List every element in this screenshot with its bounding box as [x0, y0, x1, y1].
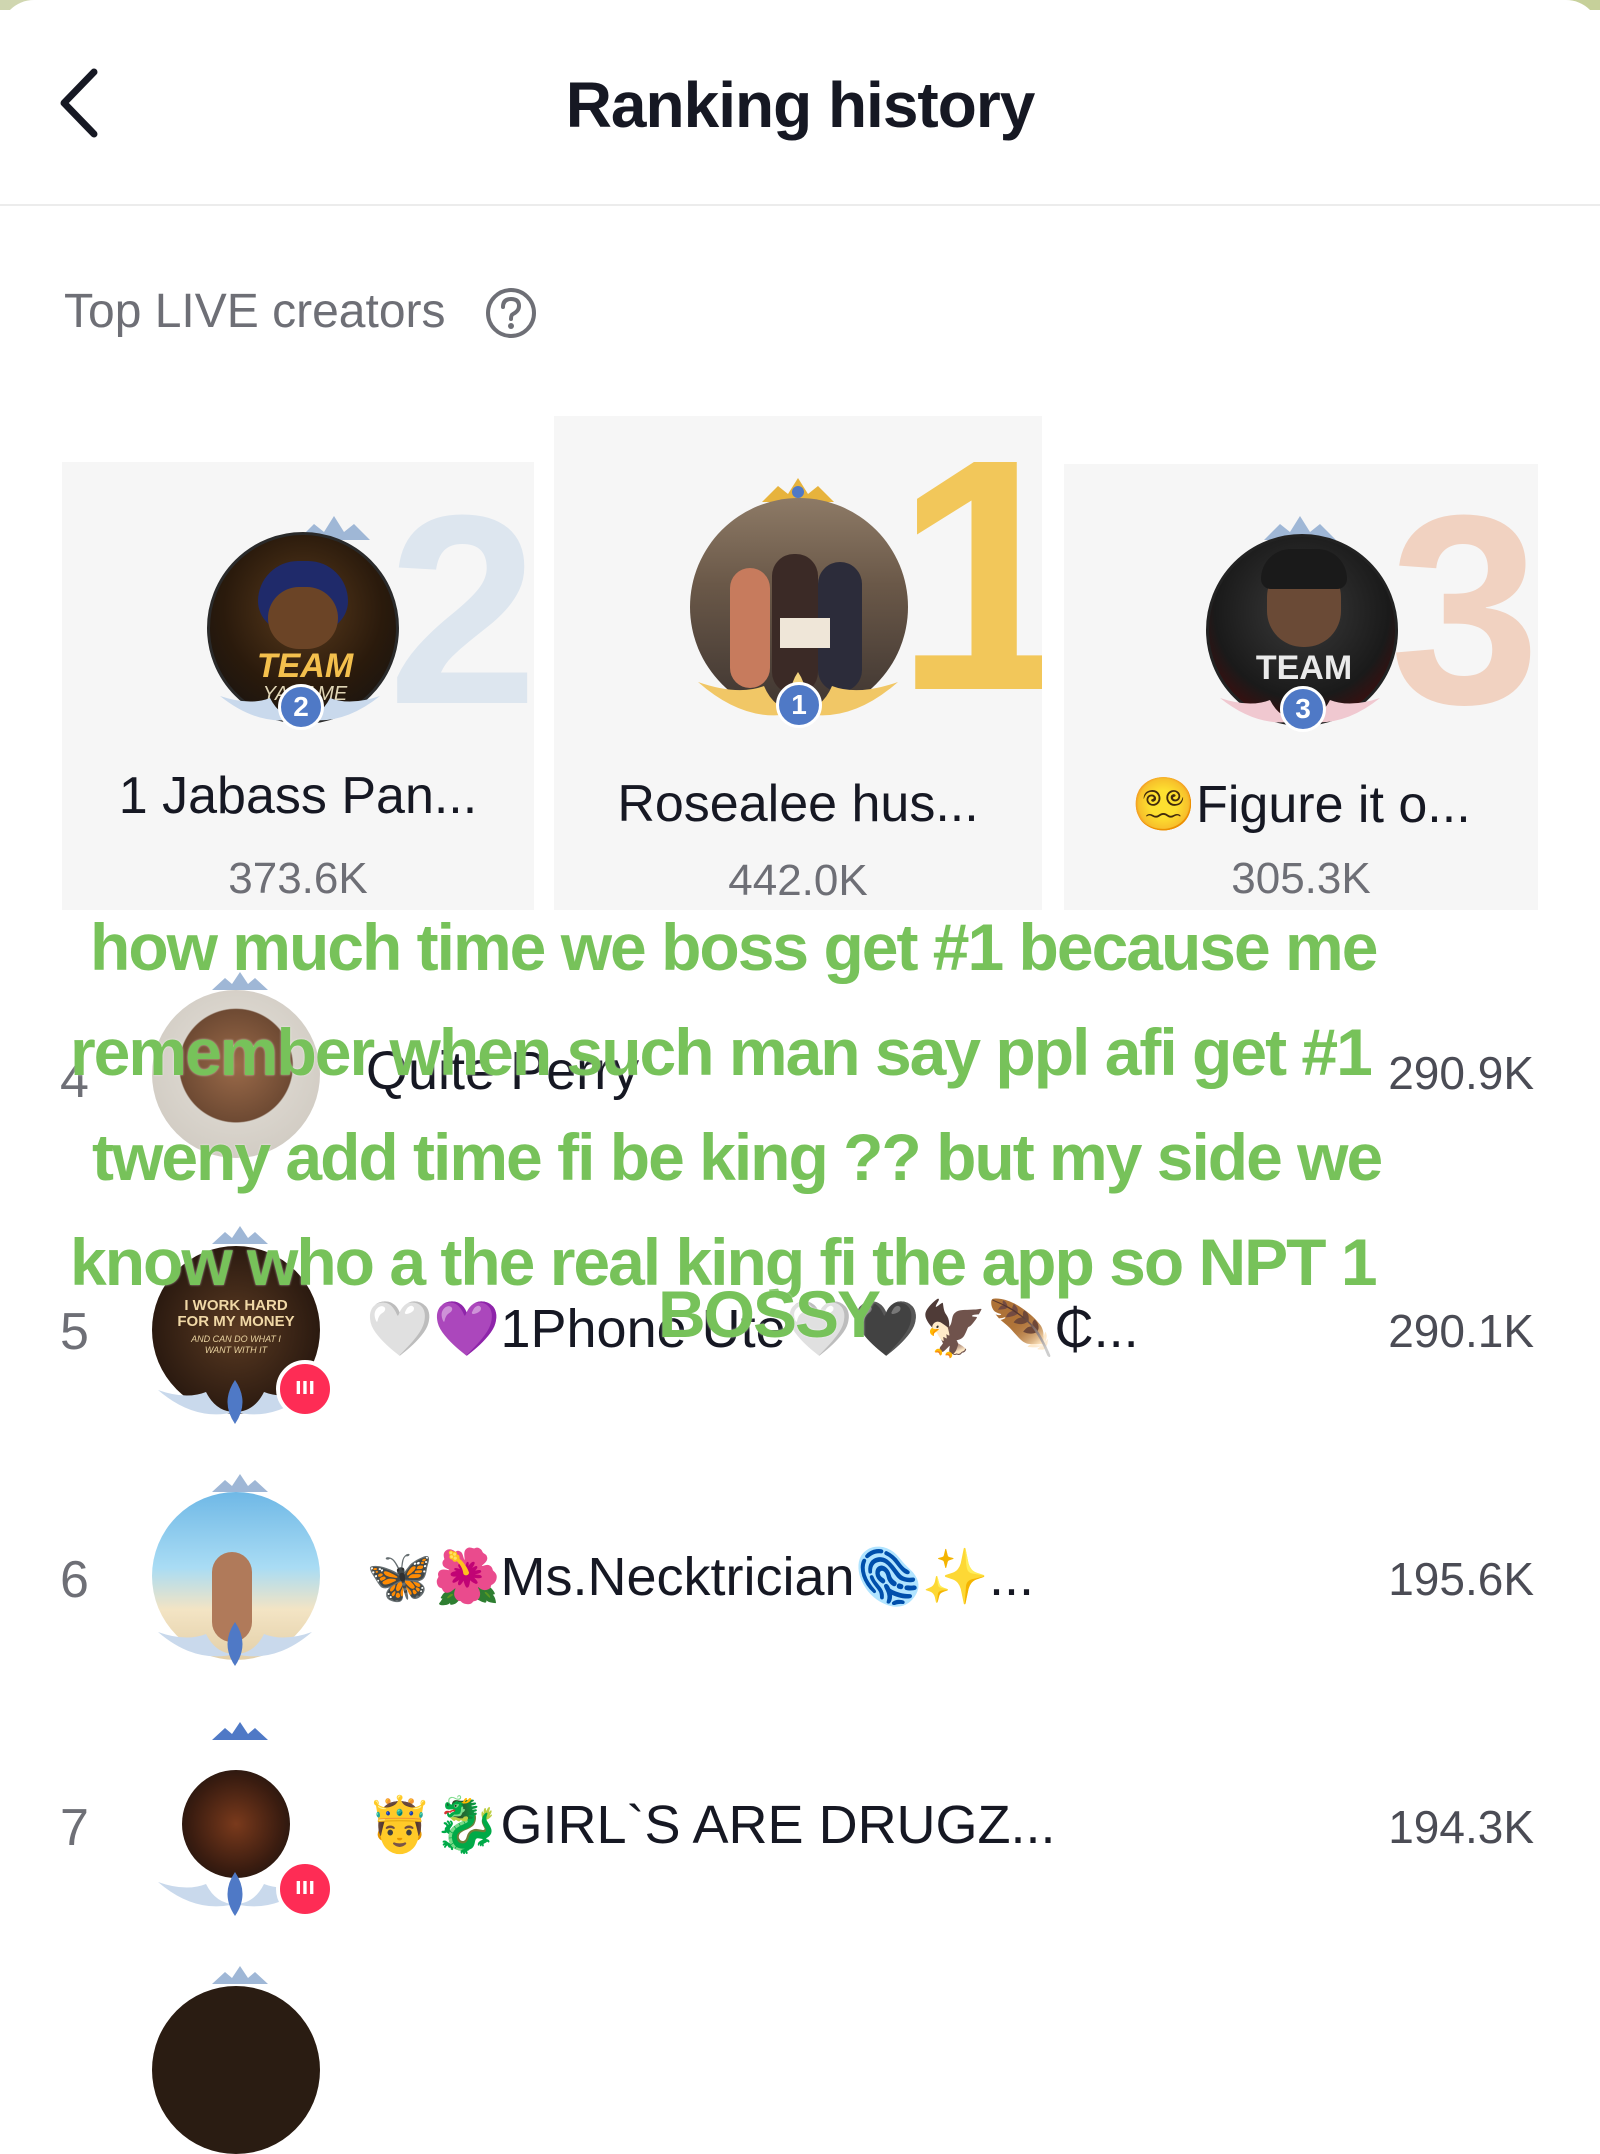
section-label: Top LIVE creators — [64, 285, 446, 338]
podium-rank-number: 1 — [894, 416, 1042, 759]
live-indicator-icon[interactable]: ııı — [276, 1860, 334, 1918]
avatar[interactable] — [152, 1986, 320, 2154]
caption-line: how much time we boss get #1 because me — [90, 910, 1378, 984]
overlay-caption: how much time we boss get #1 because me … — [70, 895, 1470, 1349]
podium-rank-number: 3 — [1389, 464, 1538, 761]
podium-card-3[interactable]: 3 TEAM 3 😵‍💫Figure it o... 305.3K — [1064, 464, 1538, 910]
podium-card-1[interactable]: 1 1 Rosealee hus... 442.0K — [554, 416, 1042, 910]
sheet: Ranking history Top LIVE creators 2 TEAM… — [0, 0, 1600, 2154]
creator-name[interactable]: 🤴🐉GIRL`S ARE DRUGZ... — [366, 1794, 1056, 1857]
row-rank: 6 — [60, 1551, 89, 1609]
row-rank: 7 — [60, 1799, 89, 1857]
creator-name[interactable]: 1 Jabass Pan... — [62, 766, 534, 826]
caption-line: tweny add time fi be king ?? but my side… — [92, 1120, 1383, 1194]
list-item[interactable]: 7 ııı 🤴🐉GIRL`S ARE DRUGZ... 194.3K — [0, 1712, 1600, 1952]
creator-name[interactable]: 🦋🌺Ms.Necktrician🫆✨... — [366, 1546, 1034, 1609]
podium-rank-number: 2 — [387, 462, 534, 761]
crown-ornament-icon — [212, 1722, 268, 1740]
creator-name[interactable]: 😵‍💫Figure it o... — [1064, 774, 1538, 835]
list-item[interactable]: 6 🦋🌺Ms.Necktrician🫆✨... 195.6K — [0, 1462, 1600, 1702]
creator-name[interactable]: Rosealee hus... — [554, 774, 1042, 834]
rank-badge: 3 — [1280, 686, 1326, 732]
rank-badge: 2 — [278, 684, 324, 730]
creator-score: 194.3K — [1388, 1801, 1534, 1853]
page-title: Ranking history — [565, 69, 1036, 141]
header: Ranking history — [0, 0, 1600, 206]
podium-card-2[interactable]: 2 TEAM YA TAME 2 1 Jabass Pan... 373.6K — [62, 462, 534, 910]
caption-line: remember when such man say ppl afi get #… — [70, 1015, 1373, 1089]
live-indicator-icon[interactable]: ııı — [276, 1360, 334, 1418]
rank-badge: 1 — [776, 682, 822, 728]
crown-ornament-icon — [212, 1966, 268, 1984]
creator-score: 195.6K — [1388, 1553, 1534, 1605]
help-icon[interactable] — [484, 286, 538, 340]
wings-badge-icon — [158, 1622, 312, 1666]
